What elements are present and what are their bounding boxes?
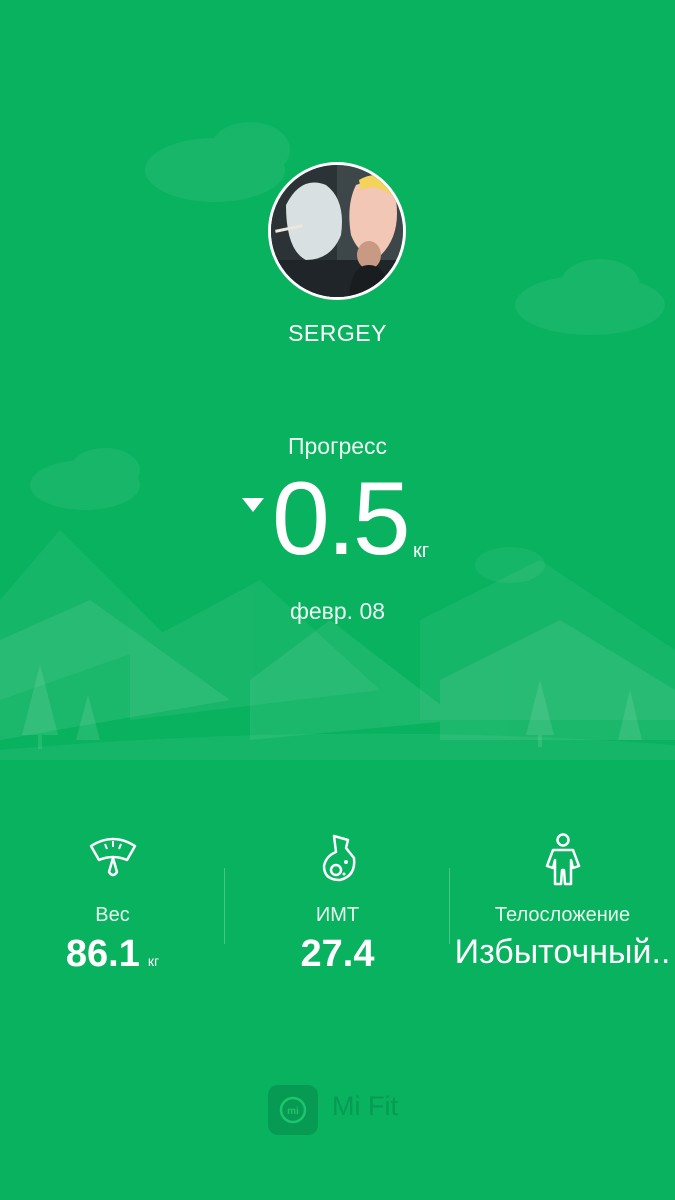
bmi-icon (322, 834, 355, 882)
avatar-photo (271, 165, 403, 297)
stat-bmi-label: ИМТ (315, 904, 360, 926)
stat-weight[interactable]: Вес 86.1 кг (0, 828, 225, 988)
mi-logo-icon: mi (268, 1085, 318, 1135)
app-name: Mi Fit (332, 1091, 398, 1121)
scale-icon (89, 837, 136, 877)
progress-date: февр. 08 (289, 598, 386, 624)
stat-weight-label: Вес (95, 904, 130, 926)
svg-text:mi: mi (287, 1106, 299, 1117)
user-avatar[interactable] (268, 162, 406, 300)
progress-amount: 0.5 (272, 461, 411, 577)
background-scenery (0, 122, 675, 760)
stat-bmi[interactable]: ИМТ 27.4 (225, 828, 450, 988)
user-name: SERGEY (288, 320, 387, 346)
stat-bmi-value: 27.4 (300, 933, 375, 975)
stat-body-type-label: Телосложение (494, 904, 631, 926)
stat-body-type[interactable]: Телосложение Избыточный.. (450, 828, 675, 988)
weight-number: 86.1 (65, 933, 140, 975)
stat-body-type-value: Избыточный.. (454, 933, 671, 971)
body-icon (545, 833, 580, 886)
progress-value: 0.5 кг (0, 464, 675, 580)
decrease-arrow-icon (242, 498, 264, 512)
stat-weight-value: 86.1 кг (0, 933, 225, 976)
stats-panel: Вес 86.1 кг ИМТ 27.4 Телосложение Избыточ… (0, 828, 675, 988)
progress-label: Прогресс (287, 433, 388, 459)
progress-unit: кг (413, 540, 430, 562)
weight-unit: кг (147, 953, 160, 969)
